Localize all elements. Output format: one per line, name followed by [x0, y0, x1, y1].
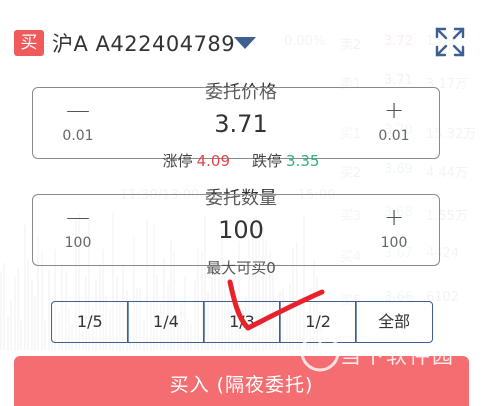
background-order-label: 卖2: [340, 38, 362, 53]
chevron-down-icon[interactable]: [234, 37, 256, 49]
limit-down-label: 跌停: [252, 152, 283, 170]
fraction-button-1-5[interactable]: 1/5: [51, 301, 129, 343]
fraction-button-1-2[interactable]: 1/2: [279, 301, 357, 343]
background-order-price: 3.72: [384, 34, 413, 49]
background-volume-bar: [6, 316, 9, 350]
fraction-button-1-3[interactable]: 1/3: [203, 301, 281, 343]
fraction-button-all[interactable]: 全部: [355, 301, 433, 343]
fraction-button-1-4[interactable]: 1/4: [127, 301, 205, 343]
expand-icon[interactable]: [434, 26, 466, 58]
price-limits: 涨停 4.09 跌停 3.35: [0, 150, 482, 171]
background-volume-bar: [20, 320, 23, 350]
background-volume-bar: [47, 270, 50, 350]
background-volume-bar: [30, 280, 33, 350]
background-volume-bar: [0, 271, 2, 350]
background-volume-bar: [34, 295, 36, 350]
background-volume-bar: [10, 300, 13, 350]
limit-down-value[interactable]: 3.35: [286, 152, 319, 170]
background-volume-bar: [17, 269, 19, 350]
price-input[interactable]: 3.71: [0, 110, 482, 138]
quantity-fraction-buttons: 1/5 1/4 1/3 1/2 全部: [51, 301, 433, 343]
background-percent: 0.00%: [284, 34, 326, 49]
quantity-input[interactable]: 100: [0, 216, 482, 244]
limit-up-value[interactable]: 4.09: [197, 152, 230, 170]
buy-badge: 买: [14, 30, 44, 56]
limit-up-label: 涨停: [162, 152, 193, 170]
background-volume-bar: [44, 320, 47, 350]
watermark-text: 当下软件园: [340, 344, 455, 368]
max-buy-text: 最大可买0: [206, 259, 276, 277]
stock-account-label[interactable]: 沪A A422404789: [52, 28, 235, 58]
background-volume-bar: [13, 276, 16, 350]
